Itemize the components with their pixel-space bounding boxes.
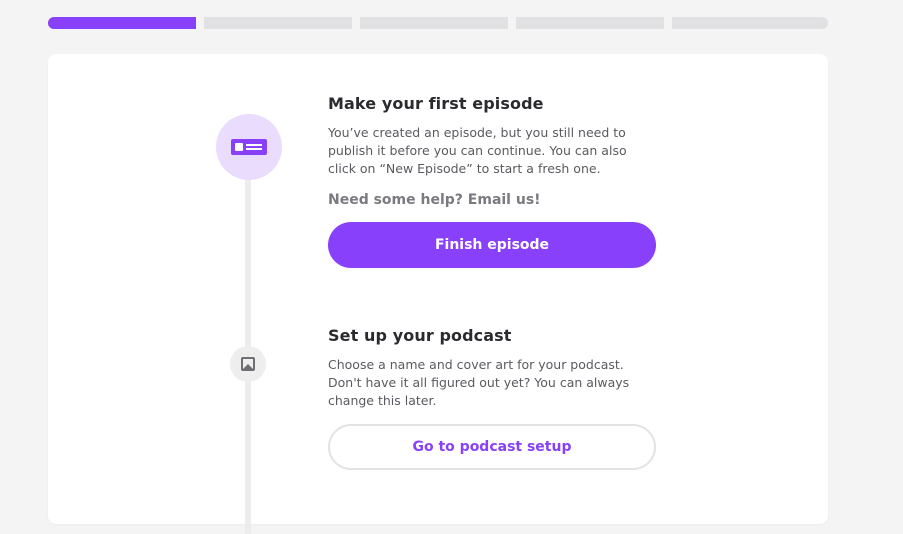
step-description: Choose a name and cover art for your pod… bbox=[328, 357, 630, 408]
step-title: Set up your podcast bbox=[328, 326, 512, 345]
step-first-episode: Make your first episode You’ve created a… bbox=[328, 94, 658, 268]
progress-segment-1 bbox=[48, 17, 196, 29]
episode-icon bbox=[216, 114, 282, 180]
timeline-line bbox=[245, 154, 251, 534]
step-podcast-setup: Set up your podcast Choose a name and co… bbox=[328, 326, 658, 470]
step-description: You’ve created an episode, but you still… bbox=[328, 125, 627, 176]
progress-segment-5 bbox=[672, 17, 828, 29]
help-link[interactable]: Need some help? Email us! bbox=[328, 192, 658, 208]
step-title: Make your first episode bbox=[328, 94, 544, 113]
onboarding-card: Make your first episode You’ve created a… bbox=[48, 54, 828, 534]
finish-episode-button[interactable]: Finish episode bbox=[328, 222, 656, 268]
image-icon bbox=[230, 346, 266, 382]
progress-segment-2 bbox=[204, 17, 352, 29]
progress-segment-3 bbox=[360, 17, 508, 29]
progress-segment-4 bbox=[516, 17, 664, 29]
onboarding-progress-bar bbox=[48, 17, 828, 29]
podcast-setup-button[interactable]: Go to podcast setup bbox=[328, 424, 656, 470]
